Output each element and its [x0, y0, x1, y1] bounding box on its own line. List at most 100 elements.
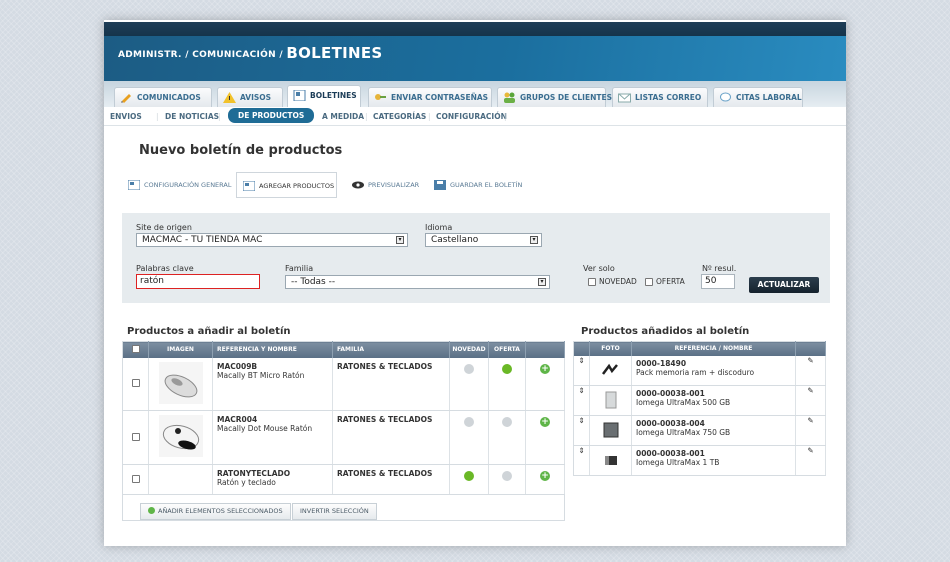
product-name: Ratón y teclado [217, 478, 276, 487]
tab-listas-correo[interactable]: LISTAS CORREO [612, 87, 708, 107]
row-checkbox[interactable] [131, 474, 140, 483]
product-ref: MACR004 [217, 415, 258, 424]
product-name: Iomega UltraMax 750 GB [636, 428, 731, 437]
row-checkbox[interactable] [131, 432, 140, 441]
nresul-label: Nº resul. [702, 264, 737, 273]
product-name: Macally BT Micro Ratón [217, 370, 305, 380]
drag-handle-icon[interactable]: ⇕ [573, 415, 590, 446]
step-guardar-boletin[interactable]: GUARDAR EL BOLETÍN [428, 172, 523, 198]
tab-grupos-clientes[interactable]: GRUPOS DE CLIENTES [497, 87, 612, 107]
step-configuracion-general[interactable]: CONFIGURACIÓN GENERAL [122, 172, 232, 198]
product-image [601, 360, 621, 380]
edit-icon[interactable]: ✎ [795, 415, 826, 446]
page-header: ADMINISTR. / COMUNICACIÓN / BOLETINES [104, 36, 846, 81]
step-previsualizar[interactable]: PREVISUALIZAR [346, 172, 422, 198]
subnav-configuracion[interactable]: CONFIGURACIÓN [436, 112, 507, 121]
oferta-checkbox[interactable] [645, 278, 653, 286]
familia-select[interactable]: -- Todas -- ▾ [285, 275, 550, 289]
step-agregar-productos[interactable]: AGREGAR PRODUCTOS [236, 172, 337, 198]
subnav-a-medida[interactable]: A MEDIDA [322, 112, 364, 121]
subnav-de-productos[interactable]: DE PRODUCTOS [228, 108, 315, 123]
invert-selection-button[interactable]: INVERTIR SELECCIÓN [292, 503, 377, 520]
config-icon [128, 180, 140, 190]
product-name: Iomega UltraMax 500 GB [636, 398, 731, 407]
row-checkbox[interactable] [131, 378, 140, 387]
tab-avisos[interactable]: AVISOS [217, 87, 283, 107]
added-row: ⇕ 0000-00038-001 Iomega UltraMax 500 GB ✎ [573, 385, 826, 416]
nresul-input[interactable]: 50 [701, 274, 735, 289]
novedad-indicator [464, 417, 474, 427]
mail-list-icon [618, 93, 631, 103]
novedad-indicator [464, 471, 474, 481]
sub-navigation: ENVIOS | DE NOTICIAS | DE PRODUCTOS A ME… [104, 107, 846, 126]
product-name: Macally Dot Mouse Ratón [217, 424, 313, 433]
oferta-indicator [502, 471, 512, 481]
add-icon[interactable]: + [540, 417, 550, 427]
pencil-icon [121, 94, 131, 103]
novedad-checkbox[interactable] [588, 278, 596, 286]
tab-comunicados[interactable]: COMUNICADOS [114, 87, 212, 107]
edit-icon[interactable]: ✎ [795, 385, 826, 416]
keywords-input[interactable]: ratón [136, 274, 260, 289]
window-top-band [104, 22, 846, 36]
table-row: MACR004 Macally Dot Mouse Ratón RATONES &… [122, 410, 565, 465]
main-tabs: COMUNICADOS AVISOS BOLETINES ENVIAR CONT… [104, 81, 846, 107]
tab-citas-laboral[interactable]: CITAS LABORAL [713, 87, 803, 107]
product-name: Pack memoria ram + discoduro [636, 367, 755, 377]
newsletter-icon [293, 90, 306, 101]
chevron-down-icon: ▾ [396, 236, 404, 244]
novedad-indicator [464, 363, 474, 374]
warning-icon [223, 92, 236, 103]
subnav-envios[interactable]: ENVIOS [110, 112, 142, 121]
tab-boletines[interactable]: BOLETINES [287, 85, 361, 107]
keywords-label: Palabras clave [136, 264, 194, 273]
tab-enviar-contrasenas[interactable]: ENVIAR CONTRASEÑAS [368, 87, 492, 107]
col-familia: FAMILIA [332, 341, 450, 358]
site-select[interactable]: MACMAC - TU TIENDA MAC ▾ [136, 233, 408, 247]
col-imagen: IMAGEN [148, 341, 213, 358]
group-icon [504, 92, 515, 103]
add-products-icon [243, 181, 255, 191]
col-foto: FOTO [589, 341, 632, 356]
added-products-table: FOTO REFERENCIA / NOMBRE ⇕ 0000-18490 Pac… [573, 341, 826, 476]
product-family: RATONES & TECLADOS [332, 464, 450, 495]
add-icon[interactable]: + [540, 363, 550, 374]
select-all-checkbox[interactable] [131, 344, 140, 353]
added-row: ⇕ 0000-00038-004 Iomega UltraMax 750 GB ✎ [573, 415, 826, 446]
subnav-categorias[interactable]: CATEGORÍAS [373, 112, 426, 121]
products-table: IMAGEN REFERENCIA Y NOMBRE FAMILIA NOVED… [122, 341, 565, 521]
product-image [601, 390, 621, 410]
product-family: RATONES & TECLADOS [332, 410, 450, 465]
edit-icon[interactable]: ✎ [795, 355, 826, 386]
product-ref: 0000-00038-001 [636, 389, 705, 398]
right-section-title: Productos añadidos al boletín [581, 326, 750, 337]
add-icon [148, 507, 155, 514]
product-name: Iomega UltraMax 1 TB [636, 458, 720, 467]
product-ref: 0000-00038-001 [636, 449, 705, 458]
save-icon [434, 180, 446, 190]
col-oferta: OFERTA [488, 341, 526, 358]
drag-handle-icon[interactable]: ⇕ [573, 385, 590, 416]
add-selected-button[interactable]: AÑADIR ELEMENTOS SELECCIONADOS [140, 503, 291, 520]
product-ref: 0000-18490 [636, 358, 687, 368]
oferta-indicator [502, 363, 512, 374]
idioma-select[interactable]: Castellano ▾ [425, 233, 542, 247]
ver-solo-label: Ver solo [583, 264, 615, 273]
actualizar-button[interactable]: ACTUALIZAR [749, 277, 819, 293]
product-image [158, 415, 203, 457]
drag-handle-icon[interactable]: ⇕ [573, 355, 590, 386]
site-label: Site de origen [136, 223, 192, 232]
col-referencia: REFERENCIA Y NOMBRE [212, 341, 333, 358]
chat-icon [720, 92, 731, 102]
add-icon[interactable]: + [540, 471, 550, 481]
col-novedad: NOVEDAD [449, 341, 489, 358]
filter-panel [122, 213, 830, 303]
drag-handle-icon[interactable]: ⇕ [573, 445, 590, 476]
subnav-de-noticias[interactable]: DE NOTICIAS [165, 112, 219, 121]
product-ref: 0000-00038-004 [636, 419, 705, 428]
breadcrumb: ADMINISTR. / COMUNICACIÓN / BOLETINES [118, 44, 383, 62]
edit-icon[interactable]: ✎ [795, 445, 826, 476]
left-section-title: Productos a añadir al boletín [127, 326, 291, 337]
oferta-label: OFERTA [656, 277, 685, 286]
chevron-down-icon: ▾ [530, 236, 538, 244]
